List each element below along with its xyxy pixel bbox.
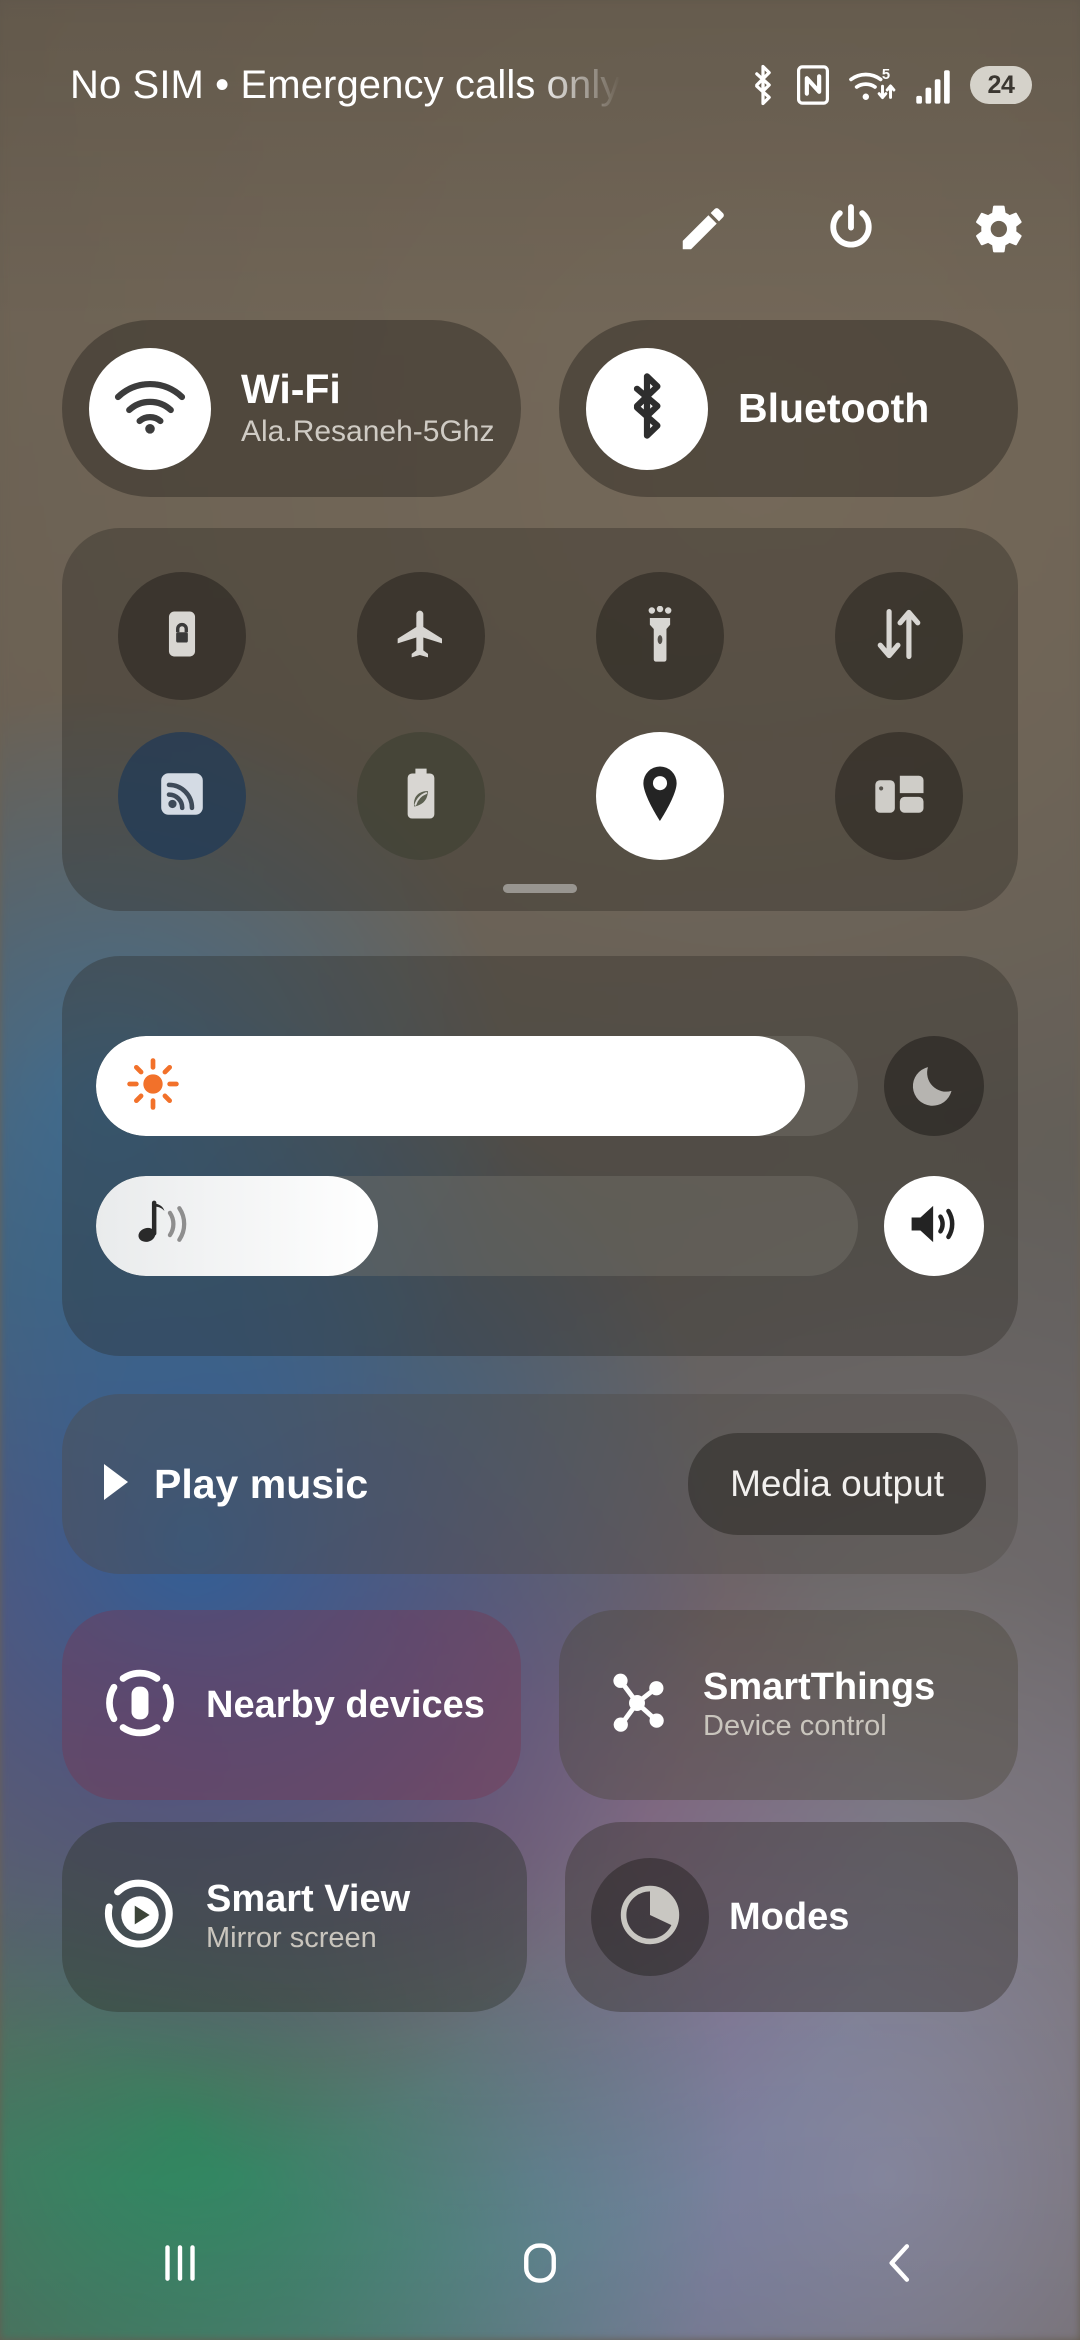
volume-slider-row <box>96 1176 984 1276</box>
location-toggle[interactable] <box>595 732 724 860</box>
mobile-data-toggle[interactable] <box>834 572 963 700</box>
sliders-card <box>62 956 1018 1356</box>
navigation-bar <box>0 2190 1080 2340</box>
grid-drag-handle[interactable] <box>503 884 577 893</box>
smartthings-title: SmartThings <box>703 1666 936 1709</box>
power-button[interactable] <box>818 198 884 264</box>
primary-tiles-row: Wi-Fi Ala.Resaneh-5Ghz Bluetooth <box>62 320 1018 497</box>
location-pin-icon <box>636 764 684 829</box>
nearby-devices-text: Nearby devices <box>206 1684 485 1727</box>
recents-icon <box>155 2238 205 2293</box>
status-icon-group: 5 24 <box>748 64 1032 106</box>
wifi-tile-icon-circle <box>89 347 211 470</box>
bluetooth-icon <box>621 372 673 445</box>
moon-icon <box>909 1059 959 1114</box>
speaker-icon <box>906 1196 962 1257</box>
rotate-lock-icon <box>155 607 209 666</box>
brightness-slider-fill <box>96 1036 805 1136</box>
modes-icon-wrap <box>591 1858 709 1976</box>
sound-mode-button[interactable] <box>884 1176 984 1276</box>
modes-title: Modes <box>729 1895 850 1938</box>
smartthings-tile[interactable]: SmartThings Device control <box>559 1610 1018 1800</box>
home-icon <box>515 2238 565 2293</box>
mobile-hotspot-toggle[interactable] <box>117 732 246 860</box>
nearby-devices-tile[interactable]: Nearby devices <box>62 1610 521 1800</box>
play-icon <box>100 1462 132 1507</box>
brightness-slider-row <box>96 1036 984 1136</box>
recents-button[interactable] <box>105 2210 255 2320</box>
home-button[interactable] <box>465 2210 615 2320</box>
battery-leaf-icon <box>398 766 444 827</box>
multi-window-icon <box>872 769 926 824</box>
wifi-tile[interactable]: Wi-Fi Ala.Resaneh-5Ghz <box>62 320 521 497</box>
wifi-tile-title: Wi-Fi <box>241 366 341 413</box>
settings-button[interactable] <box>966 198 1032 264</box>
bottom-tiles-row-1: Nearby devices SmartThings Device contro… <box>62 1610 1018 1800</box>
wifi-icon <box>114 378 186 439</box>
smart-view-icon <box>102 1877 178 1958</box>
bottom-tiles-row-2: Smart View Mirror screen Modes <box>62 1822 1018 2012</box>
airplane-icon <box>393 606 449 667</box>
status-bar: No SIM • Emergency calls only 5 24 <box>0 0 1080 170</box>
volume-slider[interactable] <box>96 1176 858 1276</box>
smartthings-icon-wrap <box>597 1665 677 1745</box>
toggle-grid-row-2 <box>62 716 1018 876</box>
airplane-mode-toggle[interactable] <box>356 572 485 700</box>
data-arrows-icon <box>873 606 925 667</box>
svg-text:5: 5 <box>882 67 890 83</box>
multi-window-toggle[interactable] <box>834 732 963 860</box>
nfc-icon <box>797 65 829 105</box>
header-action-group <box>670 198 1032 264</box>
flashlight-toggle[interactable] <box>595 572 724 700</box>
smartthings-text: SmartThings Device control <box>703 1666 935 1743</box>
signal-bars-icon <box>915 65 951 105</box>
dark-mode-button[interactable] <box>884 1036 984 1136</box>
nearby-devices-icon <box>102 1665 178 1746</box>
carrier-text: No SIM • Emergency calls only <box>70 62 621 107</box>
bluetooth-tile[interactable]: Bluetooth <box>559 320 1018 497</box>
modes-pie-icon <box>617 1882 683 1953</box>
back-button[interactable] <box>825 2210 975 2320</box>
pencil-icon <box>676 202 730 261</box>
toggle-grid-card <box>62 528 1018 911</box>
auto-rotate-toggle[interactable] <box>117 572 246 700</box>
smart-view-icon-wrap <box>100 1877 180 1957</box>
bluetooth-icon <box>748 64 778 106</box>
power-icon <box>823 201 879 262</box>
wifi-tile-subtitle: Ala.Resaneh-5Ghz <box>241 415 495 449</box>
modes-text: Modes <box>729 1896 849 1939</box>
media-output-button[interactable]: Media output <box>688 1433 986 1535</box>
smartthings-icon <box>600 1666 674 1745</box>
smartthings-subtitle: Device control <box>703 1710 887 1743</box>
back-chevron-icon <box>875 2238 925 2293</box>
nearby-devices-icon-wrap <box>100 1665 180 1745</box>
smart-view-title: Smart View <box>206 1878 411 1921</box>
battery-level-badge: 24 <box>970 66 1032 104</box>
sun-icon <box>126 1057 180 1116</box>
gear-icon <box>971 201 1027 262</box>
flashlight-icon <box>635 605 685 667</box>
play-music-label: Play music <box>154 1460 369 1507</box>
smart-view-tile[interactable]: Smart View Mirror screen <box>62 1822 527 2012</box>
media-card: Play music Media output <box>62 1394 1018 1574</box>
hotspot-icon <box>156 768 208 825</box>
bluetooth-tile-text: Bluetooth <box>738 384 930 432</box>
smart-view-text: Smart View Mirror screen <box>206 1878 410 1955</box>
brightness-slider[interactable] <box>96 1036 858 1136</box>
bluetooth-tile-title: Bluetooth <box>738 384 930 431</box>
volume-slider-fill <box>96 1176 378 1276</box>
modes-tile[interactable]: Modes <box>565 1822 1018 2012</box>
music-note-icon <box>126 1198 190 1255</box>
smart-view-subtitle: Mirror screen <box>206 1922 377 1955</box>
wifi-tile-text: Wi-Fi Ala.Resaneh-5Ghz <box>241 366 495 449</box>
bluetooth-tile-icon-circle <box>586 347 708 470</box>
toggle-grid-row-1 <box>62 556 1018 716</box>
quick-settings-panel: No SIM • Emergency calls only 5 24 Wi-Fi… <box>0 0 1080 2340</box>
play-music-control[interactable]: Play music <box>100 1461 368 1508</box>
power-saving-toggle[interactable] <box>356 732 485 860</box>
nearby-devices-title: Nearby devices <box>206 1683 485 1726</box>
edit-button[interactable] <box>670 198 736 264</box>
wifi-5-icon: 5 <box>848 64 896 106</box>
